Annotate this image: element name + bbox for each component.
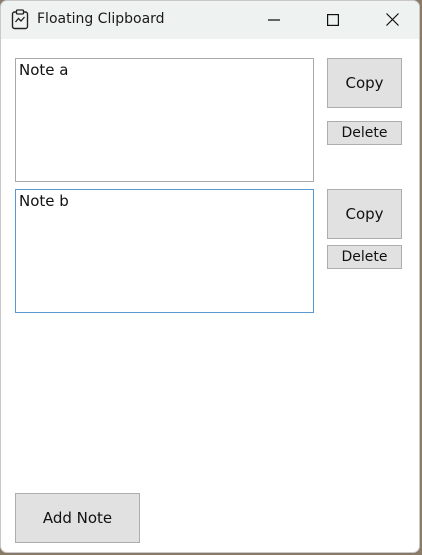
app-window: Floating Clipboard Note a Copy Delete No… [0,0,420,553]
title-bar[interactable]: Floating Clipboard [1,1,419,39]
copy-button[interactable]: Copy [327,58,402,108]
delete-button[interactable]: Delete [327,245,402,269]
copy-button[interactable]: Copy [327,189,402,239]
note-textbox[interactable]: Note a [15,58,314,182]
window-title: Floating Clipboard [37,11,165,27]
maximize-icon [327,11,340,30]
clipboard-icon [11,9,29,30]
add-note-button[interactable]: Add Note [15,493,140,543]
minimize-button[interactable] [251,1,297,39]
maximize-button[interactable] [310,1,356,39]
minimize-icon [268,11,280,30]
delete-button[interactable]: Delete [327,121,402,145]
close-icon [385,11,399,30]
note-textbox[interactable]: Note b [15,189,314,313]
close-button[interactable] [369,1,415,39]
